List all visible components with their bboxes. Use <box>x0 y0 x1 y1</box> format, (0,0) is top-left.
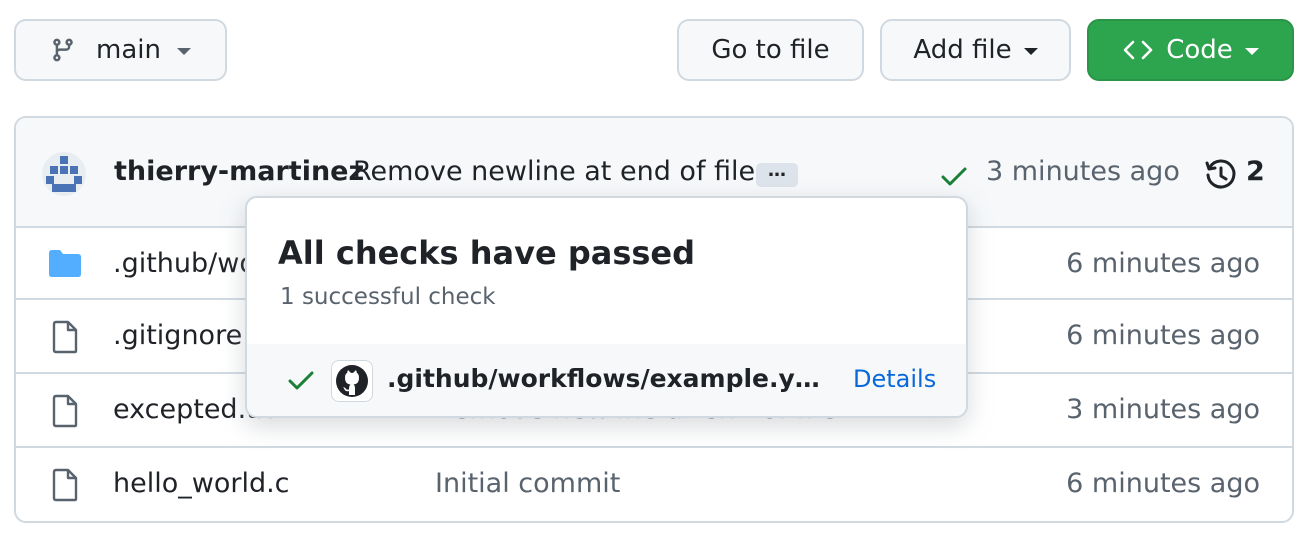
chevron-down-icon <box>1244 47 1259 55</box>
checks-popover-title: All checks have passed <box>278 234 696 272</box>
branch-select-button[interactable]: main <box>14 19 227 81</box>
add-file-button[interactable]: Add file <box>880 19 1071 81</box>
check-run-row: .github/workflows/example.yml Details <box>247 344 966 416</box>
avatar[interactable] <box>42 152 86 196</box>
code-button[interactable]: Code <box>1087 19 1294 81</box>
chevron-down-icon <box>1023 47 1038 55</box>
commit-author-link[interactable]: thierry-martinez <box>114 156 364 187</box>
github-logo-icon <box>331 360 373 402</box>
checks-popover: All checks have passed 1 successful chec… <box>245 196 968 418</box>
commit-time[interactable]: 3 minutes ago <box>986 156 1180 187</box>
file-icon <box>52 320 78 354</box>
add-file-label: Add file <box>913 35 1012 65</box>
checks-popover-subtitle: 1 successful check <box>280 284 496 310</box>
file-time: 6 minutes ago <box>1066 320 1260 351</box>
code-label: Code <box>1166 35 1233 65</box>
table-row[interactable]: hello_world.c Initial commit 6 minutes a… <box>16 446 1292 518</box>
file-time: 3 minutes ago <box>1066 394 1260 425</box>
file-icon <box>52 468 78 502</box>
go-to-file-label: Go to file <box>711 35 830 65</box>
chevron-down-icon <box>176 47 191 55</box>
file-name-link[interactable]: hello_world.c <box>113 468 290 499</box>
file-time: 6 minutes ago <box>1066 248 1260 279</box>
file-time: 6 minutes ago <box>1066 468 1260 499</box>
branch-label: main <box>96 35 161 65</box>
history-icon[interactable] <box>1204 158 1238 192</box>
file-commit-message[interactable]: Initial commit <box>435 468 620 499</box>
check-details-link[interactable]: Details <box>853 365 936 393</box>
check-icon <box>288 371 314 390</box>
folder-icon <box>49 250 81 277</box>
git-branch-icon <box>53 38 73 62</box>
commit-message-link[interactable]: Remove newline at end of file <box>353 156 755 187</box>
commit-count[interactable]: 2 <box>1246 156 1265 187</box>
check-status-icon[interactable] <box>940 166 968 188</box>
code-icon <box>1123 40 1153 60</box>
check-run-name: .github/workflows/example.yml <box>387 364 827 393</box>
go-to-file-button[interactable]: Go to file <box>677 19 864 81</box>
file-icon <box>52 394 78 428</box>
commit-expand-button[interactable]: … <box>756 162 798 187</box>
identicon-icon <box>46 156 82 192</box>
file-name-link[interactable]: .gitignore <box>113 320 242 351</box>
